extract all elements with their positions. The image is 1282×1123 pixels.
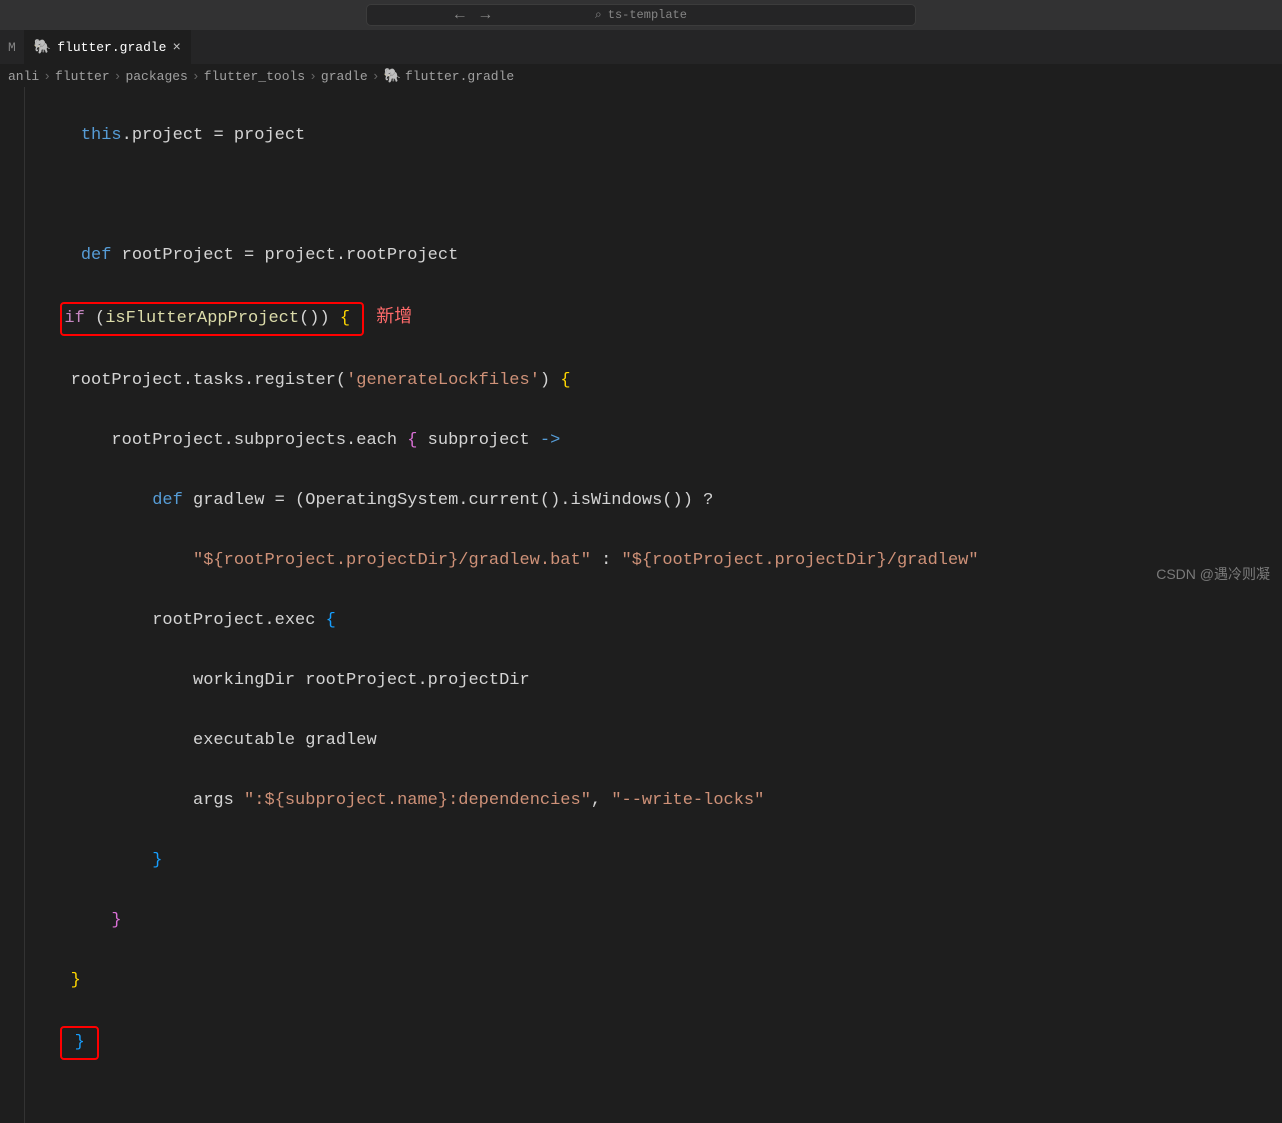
code-line[interactable]: rootProject.subprojects.each { subprojec… bbox=[40, 426, 1282, 456]
code-line[interactable]: } bbox=[40, 906, 1282, 936]
code-line[interactable]: args ":${subproject.name}:dependencies",… bbox=[40, 786, 1282, 816]
search-placeholder: ts-template bbox=[608, 8, 687, 22]
highlight-box-close-brace: } bbox=[60, 1026, 99, 1060]
nav-arrows: ← → bbox=[455, 6, 490, 24]
code-line[interactable]: } bbox=[40, 846, 1282, 876]
code-content[interactable]: this.project = project def rootProject =… bbox=[40, 91, 1282, 1120]
title-bar: ← → ⌕ ts-template bbox=[0, 0, 1282, 30]
code-line[interactable]: def rootProject = project.rootProject bbox=[40, 241, 1282, 271]
breadcrumb-item[interactable]: flutter bbox=[55, 69, 110, 84]
code-line[interactable]: executable gradlew bbox=[40, 726, 1282, 756]
code-line[interactable]: workingDir rootProject.projectDir bbox=[40, 666, 1282, 696]
tab-active[interactable]: 🐘 flutter.gradle × bbox=[24, 30, 191, 64]
code-editor[interactable]: this.project = project def rootProject =… bbox=[0, 87, 1282, 1123]
tab-label: flutter.gradle bbox=[57, 40, 166, 55]
chevron-right-icon: › bbox=[192, 69, 200, 84]
search-icon: ⌕ bbox=[595, 8, 602, 22]
code-line[interactable]: rootProject.exec { bbox=[40, 606, 1282, 636]
tabs-bar: M 🐘 flutter.gradle × bbox=[0, 30, 1282, 65]
code-line[interactable]: def gradlew = (OperatingSystem.current()… bbox=[40, 486, 1282, 516]
chevron-right-icon: › bbox=[309, 69, 317, 84]
gradle-icon: 🐘 bbox=[384, 68, 401, 85]
line-number-gutter bbox=[0, 87, 25, 1123]
code-line[interactable]: } bbox=[40, 966, 1282, 996]
highlight-box-new-line: if (isFlutterAppProject()) { bbox=[60, 302, 364, 336]
breadcrumb-item[interactable]: flutter.gradle bbox=[405, 69, 514, 84]
code-line[interactable]: if (isFlutterAppProject()) { 新增 bbox=[40, 301, 1282, 336]
tab-prefix: M bbox=[0, 30, 24, 64]
chevron-right-icon: › bbox=[372, 69, 380, 84]
breadcrumb-item[interactable]: anli bbox=[8, 69, 39, 84]
annotation-new: 新增 bbox=[376, 306, 412, 326]
close-icon[interactable]: × bbox=[172, 40, 180, 56]
chevron-right-icon: › bbox=[114, 69, 122, 84]
nav-forward-icon[interactable]: → bbox=[481, 6, 491, 24]
breadcrumb-item[interactable]: packages bbox=[125, 69, 187, 84]
chevron-right-icon: › bbox=[43, 69, 51, 84]
code-line[interactable]: this.project = project bbox=[40, 121, 1282, 151]
breadcrumb-item[interactable]: gradle bbox=[321, 69, 368, 84]
breadcrumb-item[interactable]: flutter_tools bbox=[204, 69, 305, 84]
code-line[interactable]: "${rootProject.projectDir}/gradlew.bat" … bbox=[40, 546, 1282, 576]
watermark: CSDN @遇冷则凝 bbox=[1156, 564, 1270, 584]
command-center-search[interactable]: ⌕ ts-template bbox=[366, 4, 916, 26]
code-line[interactable] bbox=[40, 181, 1282, 211]
nav-back-icon[interactable]: ← bbox=[455, 6, 465, 24]
code-line[interactable]: } bbox=[40, 1026, 1282, 1060]
code-line[interactable]: rootProject.tasks.register('generateLock… bbox=[40, 366, 1282, 396]
gradle-icon: 🐘 bbox=[34, 39, 51, 56]
breadcrumb[interactable]: anli › flutter › packages › flutter_tool… bbox=[0, 65, 1282, 87]
